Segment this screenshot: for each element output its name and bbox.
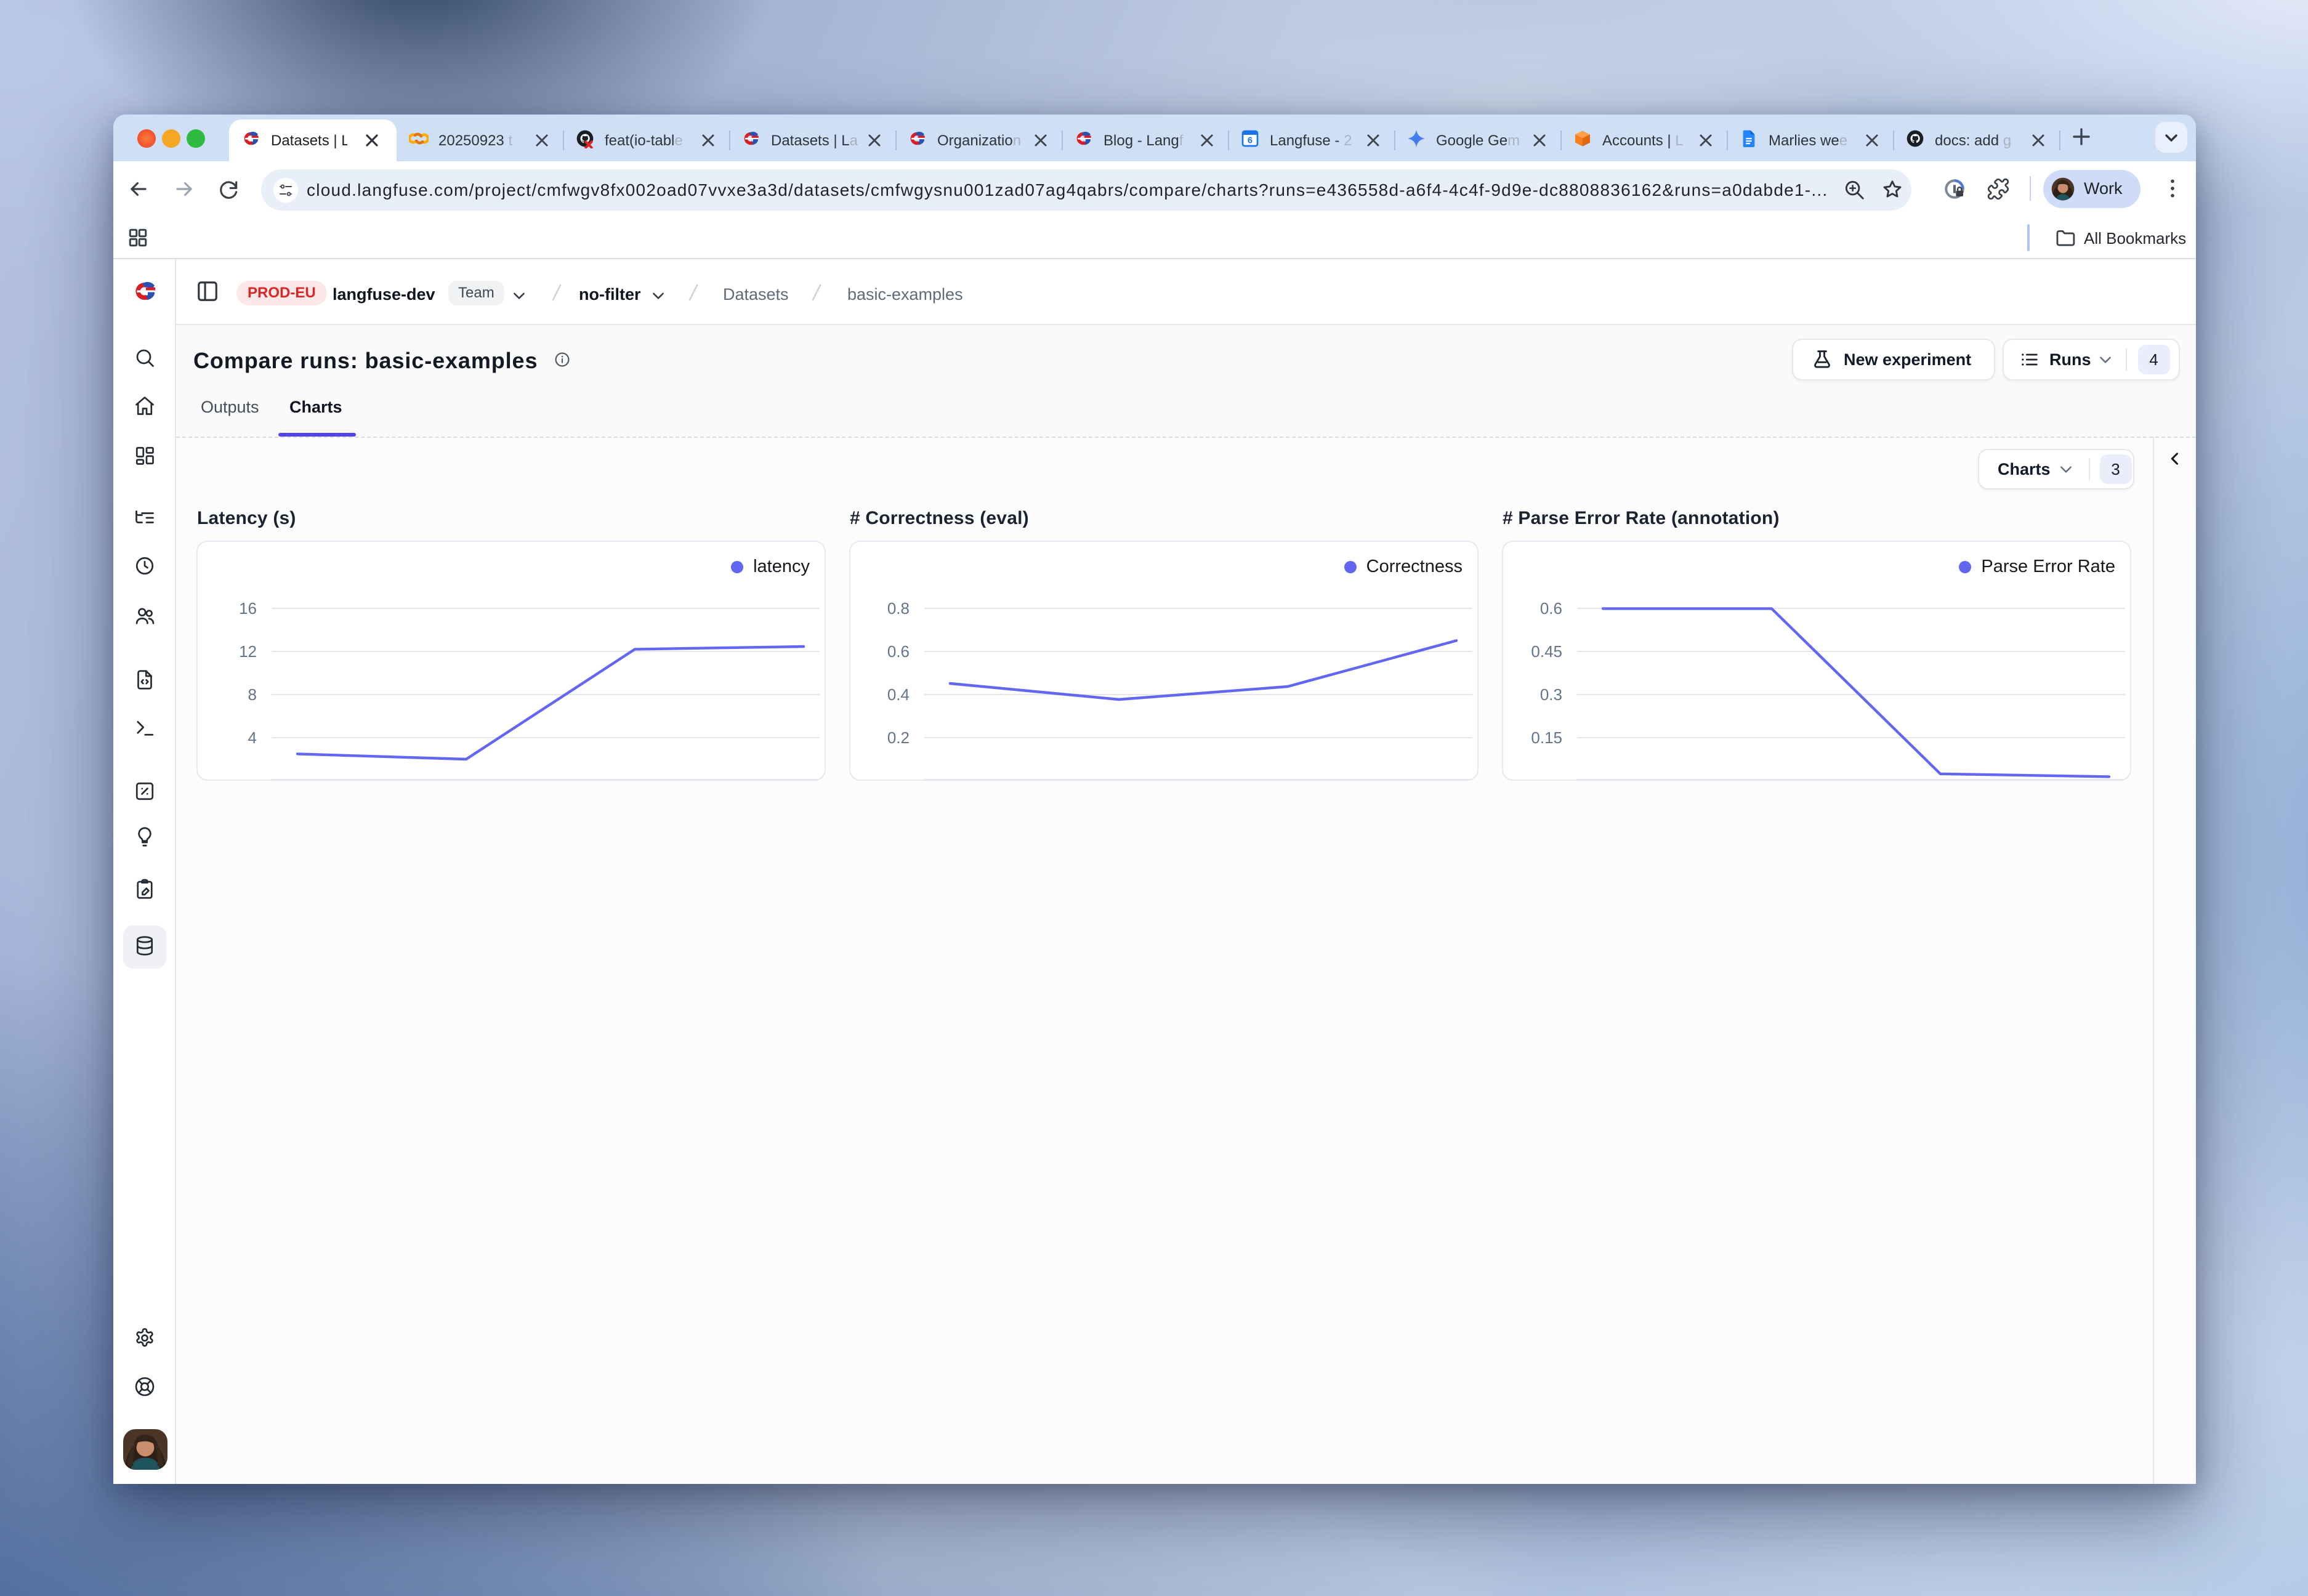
svg-text:0.15: 0.15 — [1531, 728, 1562, 747]
svg-text:4: 4 — [248, 728, 257, 747]
svg-text:0.45: 0.45 — [1531, 642, 1562, 661]
svg-text:8: 8 — [248, 685, 257, 704]
svg-text:0.3: 0.3 — [1540, 685, 1562, 704]
svg-text:0.6: 0.6 — [887, 642, 910, 661]
svg-text:0.4: 0.4 — [887, 685, 910, 704]
svg-text:16: 16 — [239, 599, 257, 618]
svg-text:0.6: 0.6 — [1540, 599, 1562, 618]
svg-text:0.2: 0.2 — [887, 728, 910, 747]
svg-text:0.8: 0.8 — [887, 599, 910, 618]
svg-text:12: 12 — [239, 642, 257, 661]
